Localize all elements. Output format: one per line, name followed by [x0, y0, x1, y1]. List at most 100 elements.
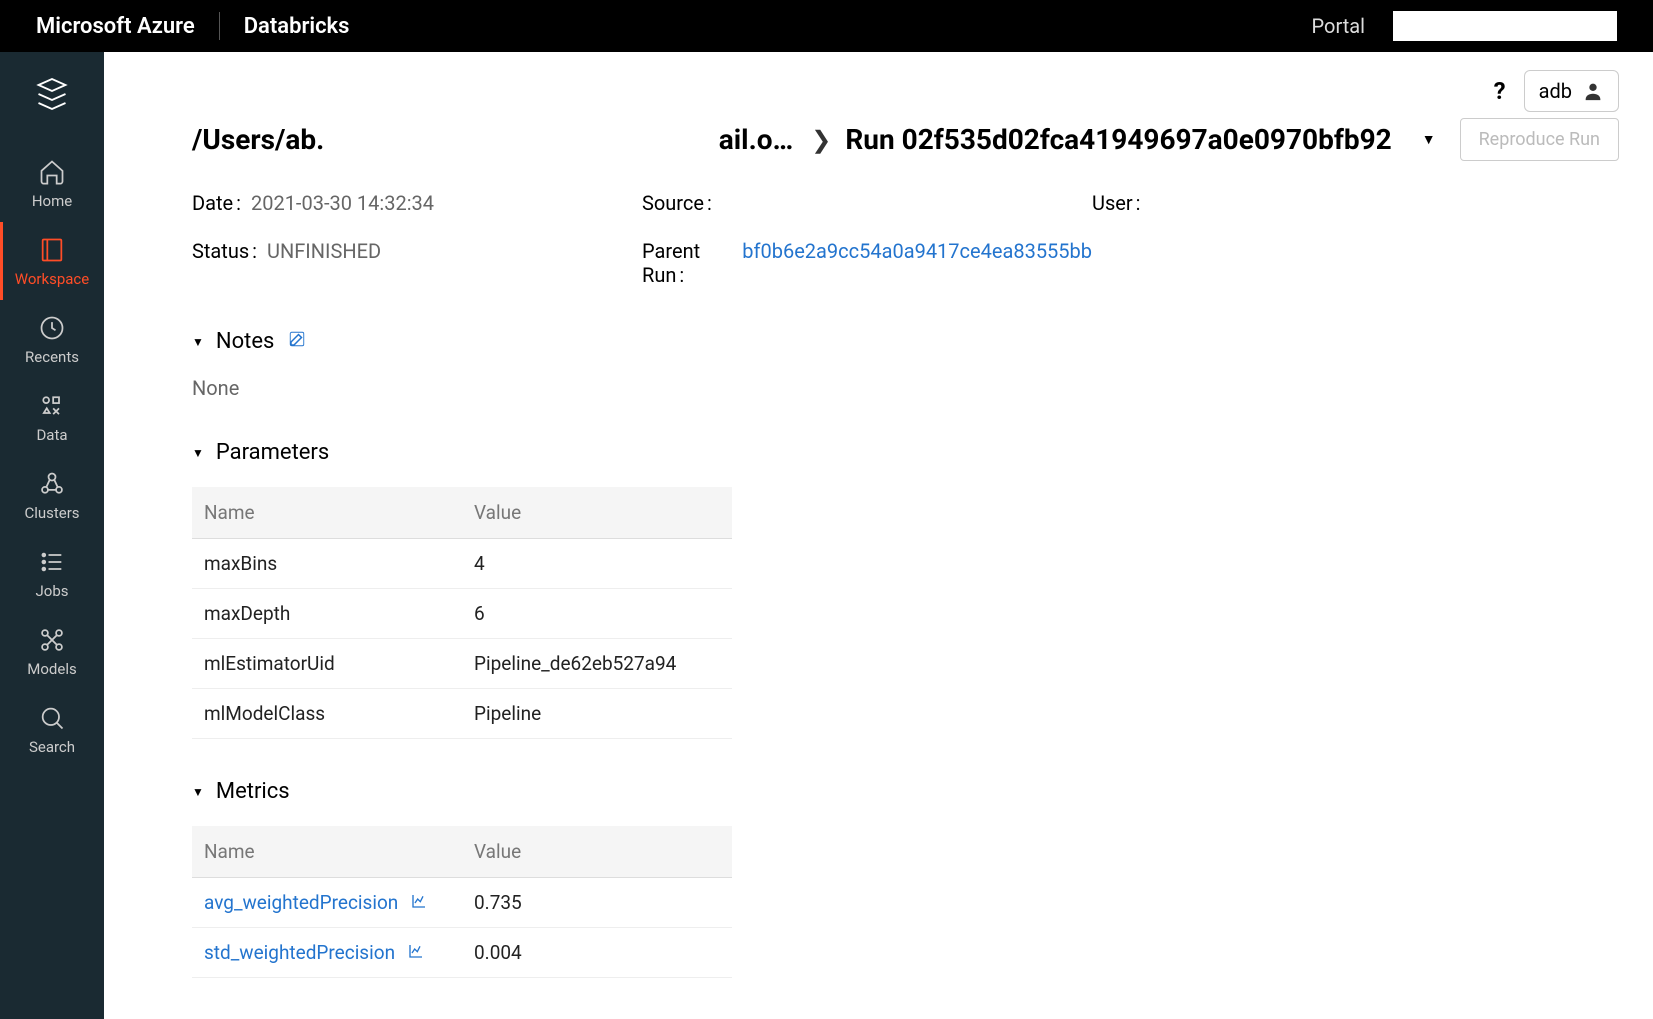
content-header: ? adb	[138, 70, 1619, 112]
table-row: avg_weightedPrecision 0.735	[192, 878, 732, 928]
metric-name-text: avg_weightedPrecision	[204, 891, 398, 914]
meta-status-label: Status	[192, 239, 255, 287]
parameters-col-value: Value	[462, 487, 732, 539]
meta-user: User	[1092, 191, 1542, 215]
brand-databricks: Databricks	[244, 14, 350, 39]
notes-body: None	[192, 376, 1619, 400]
sidebar-item-models[interactable]: Models	[0, 612, 104, 690]
notes-title: Notes	[216, 329, 274, 354]
parameters-table: Name Value maxBins4 maxDepth6 mlEstimato…	[192, 487, 732, 739]
meta-status-value: UNFINISHED	[267, 239, 381, 287]
param-name: mlEstimatorUid	[192, 639, 462, 689]
sidebar-item-clusters[interactable]: Clusters	[0, 456, 104, 534]
user-menu-button[interactable]: adb	[1524, 70, 1619, 112]
topbar-divider	[219, 12, 220, 40]
reproduce-run-button[interactable]: Reproduce Run	[1460, 118, 1619, 161]
meta-date-label: Date	[192, 191, 239, 215]
param-value: 4	[462, 539, 732, 589]
models-icon	[38, 626, 66, 654]
param-value: Pipeline	[462, 689, 732, 739]
sidebar-item-data[interactable]: Data	[0, 378, 104, 456]
topbar-right: Portal	[1312, 11, 1617, 41]
meta-date: Date 2021-03-30 14:32:34	[192, 191, 642, 215]
user-label: adb	[1539, 79, 1572, 103]
meta-source-label: Source	[642, 191, 710, 215]
run-title: Run 02f535d02fca41949697a0e0970bfb92	[845, 123, 1391, 156]
sidebar-item-label: Workspace	[15, 270, 89, 288]
sidebar-item-label: Clusters	[24, 504, 79, 522]
databricks-logo-icon	[34, 76, 70, 116]
parent-run-link[interactable]: bf0b6e2a9cc54a0a9417ce4ea83555bb	[742, 239, 1092, 287]
meta-date-value: 2021-03-30 14:32:34	[251, 191, 434, 215]
table-row: maxDepth6	[192, 589, 732, 639]
metric-name-text: std_weightedPrecision	[204, 941, 395, 964]
portal-link[interactable]: Portal	[1312, 14, 1365, 38]
metrics-col-name: Name	[192, 826, 462, 878]
notes-section: ▼ Notes None	[138, 329, 1619, 400]
metric-name-link[interactable]: avg_weightedPrecision	[192, 878, 462, 928]
chart-line-icon	[408, 941, 424, 964]
parameters-title: Parameters	[216, 440, 329, 465]
notes-header[interactable]: ▼ Notes	[192, 329, 1619, 354]
sidebar-item-recents[interactable]: Recents	[0, 300, 104, 378]
breadcrumb-path-right[interactable]: ail.o…	[719, 123, 793, 156]
brand-azure: Microsoft Azure	[36, 14, 195, 39]
user-icon	[1582, 80, 1604, 102]
meta-parent-label: Parent Run	[642, 239, 730, 287]
sidebar: Home Workspace Recents Data Clusters Job…	[0, 52, 104, 1019]
metrics-header[interactable]: ▼ Metrics	[192, 779, 1619, 804]
param-name: maxDepth	[192, 589, 462, 639]
topbar-left: Microsoft Azure Databricks	[36, 12, 349, 40]
run-dropdown-caret-icon[interactable]: ▼	[1422, 131, 1436, 148]
jobs-icon	[38, 548, 66, 576]
home-icon	[38, 158, 66, 186]
table-row: maxBins4	[192, 539, 732, 589]
metric-name-link[interactable]: std_weightedPrecision	[192, 928, 462, 978]
help-icon[interactable]: ?	[1494, 77, 1506, 105]
metric-value: 0.004	[462, 928, 732, 978]
param-name: maxBins	[192, 539, 462, 589]
sidebar-item-label: Recents	[25, 348, 79, 366]
param-value: 6	[462, 589, 732, 639]
sidebar-item-workspace[interactable]: Workspace	[0, 222, 104, 300]
table-row: mlModelClassPipeline	[192, 689, 732, 739]
sidebar-item-label: Models	[27, 660, 76, 678]
meta-grid: Date 2021-03-30 14:32:34 Source User Sta…	[138, 191, 1619, 287]
topbar-search-input[interactable]	[1393, 11, 1617, 41]
sidebar-item-jobs[interactable]: Jobs	[0, 534, 104, 612]
caret-down-icon: ▼	[192, 335, 204, 349]
clock-icon	[38, 314, 66, 342]
sidebar-item-search[interactable]: Search	[0, 690, 104, 768]
search-icon	[38, 704, 66, 732]
table-row: mlEstimatorUidPipeline_de62eb527a94	[192, 639, 732, 689]
caret-down-icon: ▼	[192, 446, 204, 460]
table-row: std_weightedPrecision 0.004	[192, 928, 732, 978]
metric-value: 0.735	[462, 878, 732, 928]
meta-user-label: User	[1092, 191, 1139, 215]
sidebar-item-label: Data	[36, 426, 67, 444]
chevron-right-icon: ❯	[811, 126, 831, 154]
edit-icon[interactable]	[288, 329, 306, 354]
meta-parent-run: Parent Run bf0b6e2a9cc54a0a9417ce4ea8355…	[642, 239, 1092, 287]
workspace-icon	[38, 236, 66, 264]
meta-status: Status UNFINISHED	[192, 239, 642, 287]
caret-down-icon: ▼	[192, 785, 204, 799]
clusters-icon	[38, 470, 66, 498]
parameters-header[interactable]: ▼ Parameters	[192, 440, 1619, 465]
parameters-section: ▼ Parameters Name Value maxBins4 maxDept…	[138, 440, 1619, 739]
content: ? adb /Users/ab. ail.o… ❯ Run 02f535d02f…	[104, 52, 1653, 1019]
parameters-col-name: Name	[192, 487, 462, 539]
topbar: Microsoft Azure Databricks Portal	[0, 0, 1653, 52]
sidebar-item-label: Search	[29, 738, 75, 756]
sidebar-item-label: Home	[32, 192, 72, 210]
chart-line-icon	[411, 891, 427, 914]
meta-source: Source	[642, 191, 1092, 215]
sidebar-item-home[interactable]: Home	[0, 144, 104, 222]
metrics-col-value: Value	[462, 826, 732, 878]
breadcrumb: /Users/ab. ail.o… ❯ Run 02f535d02fca4194…	[138, 118, 1619, 161]
sidebar-item-label: Jobs	[36, 582, 69, 600]
metrics-title: Metrics	[216, 779, 290, 804]
metrics-table: Name Value avg_weightedPrecision 0.735	[192, 826, 732, 978]
metrics-section: ▼ Metrics Name Value avg_weightedPrecisi…	[138, 779, 1619, 978]
breadcrumb-path-left[interactable]: /Users/ab.	[192, 123, 324, 156]
